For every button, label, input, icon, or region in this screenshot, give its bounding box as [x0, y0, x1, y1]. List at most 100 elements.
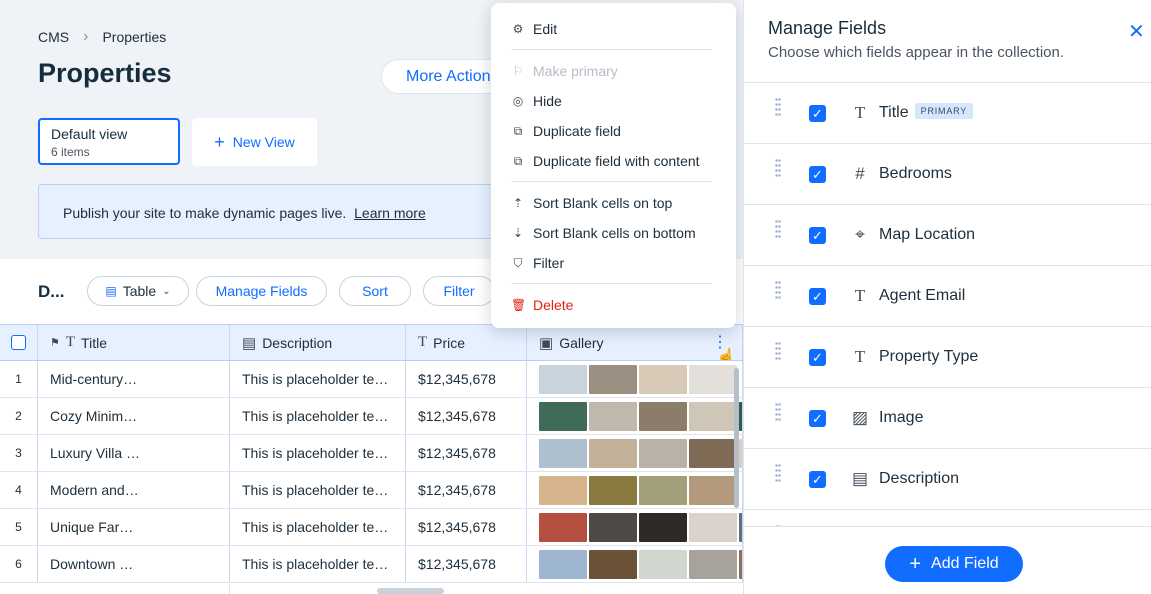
table-row[interactable]: 6 Downtown … This is placeholder te… $12,34…: [0, 546, 743, 583]
field-name: Bedrooms: [879, 165, 952, 183]
close-icon[interactable]: ✕: [1128, 19, 1145, 44]
gallery-thumbnail: [689, 364, 737, 394]
table-row[interactable]: 1 Mid-century… This is placeholder te… $12,…: [0, 361, 743, 398]
field-row[interactable]: ✓ ⌖ Map Location: [744, 204, 1151, 265]
cell-gallery[interactable]: [527, 435, 743, 471]
sort-button[interactable]: Sort: [339, 276, 411, 306]
field-checkbox[interactable]: ✓: [809, 471, 826, 488]
sort-down-icon: ⇣: [512, 226, 524, 240]
cell-description[interactable]: This is placeholder te…: [230, 435, 406, 471]
table-row[interactable]: 5 Unique Far… This is placeholder te… $12,3…: [0, 509, 743, 546]
drag-handle-icon[interactable]: [775, 341, 781, 361]
cell-title[interactable]: Modern and…: [38, 472, 230, 508]
cell-title[interactable]: Luxury Villa …: [38, 435, 230, 471]
menu-item-sort-top[interactable]: ⇡ Sort Blank cells on top: [511, 195, 672, 211]
menu-item-duplicate-with-content[interactable]: ⧉ Duplicate field with content: [511, 153, 700, 169]
field-row[interactable]: ✓ T Agent Email: [744, 265, 1151, 326]
gallery-thumbnail: [589, 512, 637, 542]
drag-handle-icon[interactable]: [775, 463, 781, 483]
cell-title[interactable]: Cozy Minim…: [38, 398, 230, 434]
table-body: 1 Mid-century… This is placeholder te… $12,…: [0, 361, 743, 583]
new-view-button[interactable]: + New View: [192, 118, 317, 166]
cell-gallery[interactable]: [527, 509, 743, 545]
gallery-thumbnail: [539, 475, 587, 505]
cell-price[interactable]: $12,345,678: [406, 435, 527, 471]
cell-price[interactable]: $12,345,678: [406, 546, 527, 582]
field-name-label: Map Location: [879, 226, 976, 243]
cell-price[interactable]: $12,345,678: [406, 472, 527, 508]
table-row[interactable]: 4 Modern and… This is placeholder te… $12,3…: [0, 472, 743, 509]
menu-item-filter[interactable]: ⛉ Filter: [511, 255, 564, 271]
gallery-thumbnail: [589, 549, 637, 579]
menu-hide-label: Hide: [533, 93, 562, 109]
cell-price[interactable]: $12,345,678: [406, 398, 527, 434]
vertical-scrollbar[interactable]: [734, 368, 739, 508]
table-row[interactable]: 2 Cozy Minim… This is placeholder te… $12,3…: [0, 398, 743, 435]
drag-handle-icon[interactable]: [775, 158, 781, 178]
cell-gallery[interactable]: [527, 472, 743, 508]
field-checkbox[interactable]: ✓: [809, 349, 826, 366]
default-view-card[interactable]: Default view 6 items: [38, 118, 180, 165]
field-name: Image: [879, 409, 923, 427]
horizontal-scrollbar[interactable]: [377, 588, 444, 594]
cell-description[interactable]: This is placeholder te…: [230, 509, 406, 545]
cell-gallery[interactable]: [527, 361, 743, 397]
cell-description[interactable]: This is placeholder te…: [230, 546, 406, 582]
header-price[interactable]: T Price: [406, 325, 527, 360]
field-row[interactable]: ✓ ▤ Description: [744, 448, 1151, 509]
layout-dropdown[interactable]: ▤ Table ⌄: [87, 276, 189, 306]
header-gallery-label: Gallery: [559, 334, 604, 351]
table-row[interactable]: 3 Luxury Villa … This is placeholder te… $1…: [0, 435, 743, 472]
menu-item-hide[interactable]: ◎ Hide: [511, 93, 562, 109]
number-icon: #: [855, 164, 865, 183]
learn-more-link[interactable]: Learn more: [354, 205, 426, 221]
header-gallery[interactable]: ▣ Gallery ⋮ ☝: [527, 325, 743, 360]
header-title[interactable]: ⚑ T Title: [38, 325, 230, 360]
gallery-thumbnails: [539, 512, 742, 542]
menu-item-edit[interactable]: ⚙ Edit: [511, 21, 558, 37]
menu-item-duplicate-field[interactable]: ⧉ Duplicate field: [511, 123, 621, 139]
cell-description[interactable]: This is placeholder te…: [230, 361, 406, 397]
field-checkbox[interactable]: ✓: [809, 288, 826, 305]
add-field-button[interactable]: + Add Field: [885, 546, 1023, 582]
manage-fields-button[interactable]: Manage Fields: [196, 276, 327, 306]
gallery-thumbnails: [539, 364, 737, 394]
drag-handle-icon[interactable]: [775, 97, 781, 117]
cell-title[interactable]: Downtown …: [38, 546, 230, 582]
field-checkbox[interactable]: ✓: [809, 410, 826, 427]
cell-gallery[interactable]: [527, 398, 743, 434]
field-checkbox[interactable]: ✓: [809, 105, 826, 122]
filter-icon: ⛉: [513, 255, 523, 270]
drag-handle-icon[interactable]: [775, 219, 781, 239]
breadcrumb-root[interactable]: CMS: [38, 29, 69, 45]
cell-title[interactable]: Mid-century…: [38, 361, 230, 397]
gear-icon: ⚙: [512, 22, 524, 36]
field-checkbox[interactable]: ✓: [809, 166, 826, 183]
field-row[interactable]: ✓ T Property Type: [744, 326, 1151, 387]
menu-item-delete[interactable]: 🗑 Delete: [511, 297, 573, 313]
field-checkbox[interactable]: ✓: [809, 227, 826, 244]
cell-price[interactable]: $12,345,678: [406, 361, 527, 397]
header-description-label: Description: [262, 334, 333, 351]
cell-gallery[interactable]: [527, 546, 743, 582]
cell-description[interactable]: This is placeholder te…: [230, 398, 406, 434]
select-all-cell: [0, 325, 38, 360]
cell-price[interactable]: $12,345,678: [406, 509, 527, 545]
image-icon: ▨: [851, 408, 869, 427]
drag-handle-icon[interactable]: [775, 402, 781, 422]
new-view-label: New View: [232, 134, 295, 150]
header-description[interactable]: ▤ Description: [230, 325, 406, 360]
field-row[interactable]: ✓ T Title PRIMARY: [744, 82, 1151, 143]
hand-cursor-icon: ☝: [716, 349, 736, 360]
document-icon: ▤: [851, 469, 869, 488]
cell-description[interactable]: This is placeholder te…: [230, 472, 406, 508]
field-name-label: Description: [879, 470, 960, 487]
menu-item-sort-bottom[interactable]: ⇣ Sort Blank cells on bottom: [511, 225, 696, 241]
table-header-row: ⚑ T Title ▤ Description T Price ▣ Galler…: [0, 324, 743, 361]
filter-button[interactable]: Filter: [423, 276, 495, 306]
drag-handle-icon[interactable]: [775, 280, 781, 300]
field-row[interactable]: ✓ ▨ Image: [744, 387, 1151, 448]
select-all-checkbox[interactable]: [11, 335, 26, 350]
field-row[interactable]: ✓ # Bedrooms: [744, 143, 1151, 204]
cell-title[interactable]: Unique Far…: [38, 509, 230, 545]
